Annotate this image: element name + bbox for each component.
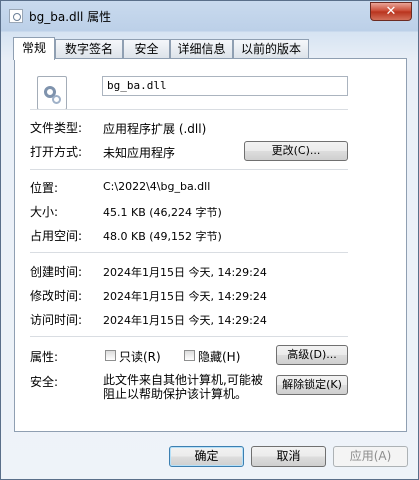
- modified-value: 2024年1月15日 今天, 14:29:24: [103, 290, 267, 303]
- readonly-checkbox[interactable]: [105, 350, 116, 361]
- file-type-value: 应用程序扩展 (.dll): [103, 122, 207, 136]
- properties-window: bg_ba.dll 属性 ✕ 常规 数字签名 安全 详细信息 以前的版本 bg_…: [0, 0, 419, 480]
- modified-label: 修改时间:: [30, 289, 83, 303]
- tab-security[interactable]: 安全: [123, 39, 170, 58]
- advanced-button[interactable]: 高级(D)...: [276, 345, 348, 365]
- file-name-field[interactable]: bg_ba.dll: [102, 76, 348, 96]
- title-bar[interactable]: bg_ba.dll 属性 ✕: [1, 1, 418, 31]
- location-value: C:\2022\4\bg_ba.dll: [103, 180, 211, 193]
- created-label: 创建时间:: [30, 265, 83, 279]
- divider: [30, 109, 348, 110]
- divider: [30, 252, 348, 253]
- tab-general[interactable]: 常规: [13, 37, 55, 60]
- opens-with-value: 未知应用程序: [103, 146, 176, 160]
- size-value: 45.1 KB (46,224 字节): [103, 206, 222, 219]
- general-panel: bg_ba.dll 文件类型: 应用程序扩展 (.dll) 打开方式: 未知应用…: [14, 58, 407, 432]
- opens-with-label: 打开方式:: [30, 145, 83, 159]
- divider: [30, 169, 348, 170]
- dll-file-icon: [37, 76, 67, 110]
- change-button[interactable]: 更改(C)...: [244, 141, 348, 161]
- hidden-checkbox[interactable]: [184, 350, 195, 361]
- accessed-value: 2024年1月15日 今天, 14:29:24: [103, 314, 267, 327]
- tab-details[interactable]: 详细信息: [170, 39, 233, 58]
- tab-digital-signatures[interactable]: 数字签名: [55, 39, 123, 58]
- security-warning-text: 此文件来自其他计算机,可能被阻止以帮助保护该计算机。: [103, 373, 263, 401]
- file-type-label: 文件类型:: [30, 121, 83, 135]
- security-label: 安全:: [30, 375, 59, 389]
- accessed-label: 访问时间:: [30, 313, 83, 327]
- window-title: bg_ba.dll 属性: [29, 10, 112, 24]
- location-label: 位置:: [30, 181, 59, 195]
- ok-button[interactable]: 确定: [169, 446, 244, 467]
- attributes-label: 属性:: [30, 350, 59, 364]
- close-button[interactable]: ✕: [370, 2, 412, 21]
- created-value: 2024年1月15日 今天, 14:29:24: [103, 266, 267, 279]
- apply-button[interactable]: 应用(A): [333, 446, 408, 467]
- file-icon: [9, 9, 23, 23]
- cancel-button[interactable]: 取消: [251, 446, 326, 467]
- unblock-button[interactable]: 解除锁定(K): [276, 375, 348, 395]
- tab-previous-versions[interactable]: 以前的版本: [233, 39, 309, 58]
- size-label: 大小:: [30, 205, 59, 219]
- divider: [30, 336, 348, 337]
- readonly-label[interactable]: 只读(R): [119, 348, 161, 365]
- size-on-disk-value: 48.0 KB (49,152 字节): [103, 230, 222, 243]
- size-on-disk-label: 占用空间:: [30, 229, 83, 243]
- hidden-label[interactable]: 隐藏(H): [198, 348, 240, 365]
